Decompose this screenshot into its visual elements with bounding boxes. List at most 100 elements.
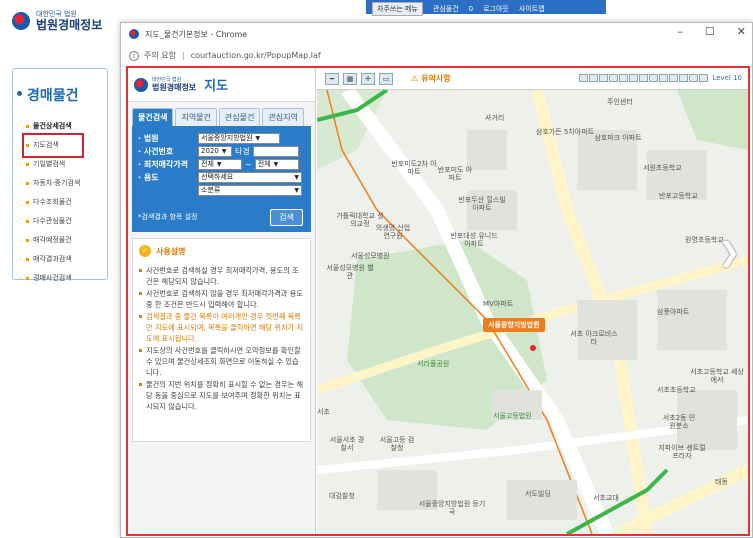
security-label: 주의 요함	[144, 51, 176, 60]
map-label: 반포두산 힐스빌아파트	[458, 196, 506, 212]
top-links: 자주쓰는 메뉴 관심물건 0 로그아웃 사이트맵	[372, 2, 545, 16]
print-icon[interactable]: ▭	[379, 72, 393, 85]
left-nav-item-scheduled[interactable]: 매각예정물건	[25, 231, 107, 250]
favicon-icon	[129, 29, 139, 39]
left-nav-item-map-search[interactable]: 지도검색	[22, 133, 84, 158]
use-sub-select[interactable]: 소분류 ▼	[198, 185, 302, 196]
guide-item: 지도상의 사건번호를 클릭하시면 오약정보를 확인할 수 있으며 물건상세조회 …	[139, 345, 304, 378]
zoom-step[interactable]	[699, 74, 708, 82]
map-label: 서리풀공원	[417, 360, 450, 368]
zoom-step[interactable]	[659, 74, 668, 82]
site-logo[interactable]: 대한민국 법원 법원경매정보	[12, 10, 102, 32]
zoom-step[interactable]	[689, 74, 698, 82]
move-tool-icon[interactable]: ✛	[361, 72, 375, 85]
tab-item-search[interactable]: 물건검색	[132, 108, 174, 126]
usage-guide: ✓ 사용설명 사건번호로 검색하실 경우 최저매각가격, 용도의 조건은 해당되…	[132, 238, 311, 442]
zoom-step[interactable]	[619, 74, 628, 82]
zoom-slider[interactable]	[579, 74, 708, 82]
use-sub-row: 소분류 ▼	[138, 184, 305, 197]
map-label: 서울서초 경찰서	[329, 436, 365, 452]
court-location-tag[interactable]: 서울중앙지방법원	[483, 318, 545, 332]
guide-item: 사건번호로 검색하지 않을 경우 최저매각가격과 용도 중 한 조건은 반드시 …	[139, 288, 304, 310]
map-label: 삼호파크 아파트	[594, 134, 642, 142]
top-link-sitemap[interactable]: 사이트맵	[519, 4, 545, 14]
area-tool-icon[interactable]: ▦	[343, 72, 357, 85]
url-text[interactable]: courtauction.go.kr/PopupMap.laf	[191, 51, 321, 60]
map-label: 서울중앙지방법원 등기국	[418, 500, 486, 516]
map-label: 삼호가든 5차아파트	[535, 128, 595, 136]
left-nav-item-vehicle-search[interactable]: 자동차·중기검색	[25, 174, 107, 193]
map-label: MV아파트	[483, 300, 514, 308]
use-row: 용도 선택하세요 ▼	[138, 171, 305, 184]
address-bar[interactable]: i 주의 요함 | courtauction.go.kr/PopupMap.la…	[121, 45, 752, 67]
maximize-icon[interactable]: ☐	[705, 25, 715, 38]
map-label: 반포대성 유니드아파트	[450, 232, 498, 248]
tab-interest-region[interactable]: 관심지역	[262, 108, 304, 126]
map-label: 서울성모병원	[351, 252, 390, 260]
tab-region-items[interactable]: 지역물건	[175, 108, 217, 126]
chevron-down-icon: ▼	[273, 161, 279, 168]
chevron-down-icon: ▼	[294, 187, 299, 194]
zoom-step[interactable]	[669, 74, 678, 82]
distance-tool-icon[interactable]: ━	[325, 72, 339, 85]
map-area[interactable]: ━ ▦ ✛ ▭ ⚠ 유의사항 Level 10 서초 사거리 주인센터 삼호가든…	[317, 68, 748, 534]
search-button[interactable]: 검색	[270, 209, 303, 226]
price-to-select[interactable]: 전체 ▼	[254, 159, 299, 170]
zoom-step[interactable]	[589, 74, 598, 82]
warning-notice[interactable]: ⚠ 유의사항	[411, 73, 451, 84]
chevron-down-icon: ▼	[255, 135, 261, 142]
guide-item: 검색결과 중 물건 목록이 여러개인 경우 첫번째 목록만 지도에 표시되며, …	[139, 311, 304, 344]
case-year-select[interactable]: 2020 ▼	[198, 146, 232, 157]
map-label: 서초	[317, 408, 330, 416]
map-label: 서초초등학교	[657, 386, 696, 394]
use-select[interactable]: 선택하세요 ▼	[198, 172, 302, 183]
frequent-menu-select[interactable]: 자주쓰는 메뉴	[372, 2, 423, 16]
map-label: 대검찰청	[329, 492, 355, 500]
popup-brand: 대한민국 법원 법원경매정보 지도	[128, 68, 315, 102]
price-label: 최저매각가격	[138, 159, 198, 170]
zoom-step[interactable]	[679, 74, 688, 82]
close-icon[interactable]: ✕	[737, 25, 746, 38]
minimize-icon[interactable]: –	[677, 25, 683, 38]
top-link-logout[interactable]: 로그아웃	[483, 4, 509, 14]
case-year-value: 2020	[201, 147, 219, 155]
map-label: 사거리	[485, 114, 505, 122]
search-result-settings-link[interactable]: *검색결과 항목 설정	[138, 212, 197, 222]
top-link-interest[interactable]: 관심물건	[433, 4, 459, 14]
info-icon[interactable]: i	[129, 50, 139, 61]
map-label: 반포미도2차 아파트	[391, 160, 437, 176]
sidebar-tabs: 물건검색 지역물건 관심물건 관심지역	[128, 108, 315, 126]
chevron-right-icon[interactable]: ❯	[718, 238, 740, 268]
zoom-step[interactable]	[629, 74, 638, 82]
left-nav-item-case-search[interactable]: 경매사건검색	[25, 269, 107, 288]
brand-main: 법원경매정보	[152, 83, 197, 92]
court-select[interactable]: 서울중앙지방법원 ▼	[198, 133, 280, 144]
court-marker	[530, 345, 536, 351]
court-emblem-icon	[12, 12, 30, 30]
left-nav-list: 물건상세검색 지도검색 기일별검색 자동차·중기검색 다수조회물건 다수관심물건…	[13, 111, 107, 288]
search-form: 법원 서울중앙지방법원▼ 사건번호 2020▼ 타경 최저매각가격 전체▼ ~ …	[132, 126, 311, 232]
case-number-input[interactable]	[252, 146, 299, 157]
price-row: 최저매각가격 전체▼ ~ 전체▼	[138, 158, 305, 171]
tab-interest-items[interactable]: 관심물건	[218, 108, 261, 126]
map-label: 의생명 산업연구원	[375, 224, 411, 240]
left-nav-item-results[interactable]: 매각결과검색	[25, 250, 107, 269]
zoom-step[interactable]	[649, 74, 658, 82]
left-nav-item-most-interest[interactable]: 다수관심물건	[25, 212, 107, 231]
guide-title: ✓ 사용설명	[139, 245, 304, 257]
left-nav-item-detail-search[interactable]: 물건상세검색	[25, 117, 107, 136]
zoom-step[interactable]	[599, 74, 608, 82]
chevron-down-icon: ▼	[294, 174, 299, 181]
zoom-step[interactable]	[579, 74, 588, 82]
map-label: 반포미도 아파트	[437, 166, 473, 182]
use-label: 용도	[138, 172, 198, 183]
zoom-step[interactable]	[609, 74, 618, 82]
zoom-step[interactable]	[639, 74, 648, 82]
price-from-select[interactable]: 전체 ▼	[198, 159, 242, 170]
left-nav-item-most-viewed[interactable]: 다수조회물건	[25, 193, 107, 212]
left-nav-item-date-search[interactable]: 기일별검색	[25, 155, 107, 174]
popup-titlebar[interactable]: 지도_물건기본정보 - Chrome – ☐ ✕	[121, 23, 752, 45]
map-label: 서원초등학교	[643, 164, 682, 172]
left-nav-title: 경매물건	[13, 69, 107, 111]
guide-item: 물건의 지번 위치를 정확히 표시할 수 없는 경우는 해당 동을 중심으로 지…	[139, 379, 304, 412]
